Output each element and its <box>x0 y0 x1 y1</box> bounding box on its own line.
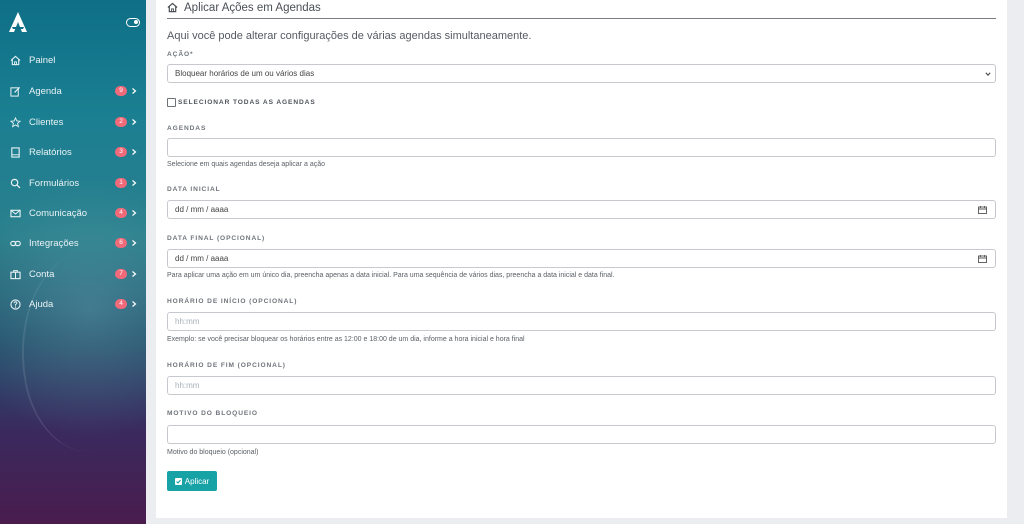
hora-fim-label: HORÁRIO DE FIM (OPCIONAL) <box>167 362 286 369</box>
apply-button-label: Aplicar <box>184 476 210 486</box>
notification-badge: 2 <box>115 117 127 127</box>
checkbox-box[interactable] <box>167 98 176 107</box>
chevron-right-icon <box>132 119 137 125</box>
select-all-checkbox[interactable]: SELECIONAR TODAS AS AGENDAS <box>167 98 316 107</box>
search-icon <box>10 178 21 188</box>
sidebar-item-painel[interactable]: Painel <box>0 50 146 70</box>
title-divider <box>167 18 996 19</box>
sidebar-item-label: Comunicação <box>29 207 88 219</box>
data-final-label: DATA FINAL (OPCIONAL) <box>167 235 266 242</box>
chevron-right-icon <box>132 180 137 186</box>
data-inicial-input[interactable]: dd / mm / aaaa <box>167 200 996 219</box>
sidebar-item-clientes[interactable]: Clientes 2 <box>0 112 146 132</box>
hora-inicio-placeholder: hh:mm <box>175 317 200 326</box>
agendas-label: AGENDAS <box>167 125 207 132</box>
page-subtitle: Aqui você pode alterar configurações de … <box>167 30 532 42</box>
notification-badge: 4 <box>115 208 127 218</box>
motivo-help: Motivo do bloqueio (opcional) <box>167 449 259 456</box>
help-icon <box>10 298 21 310</box>
acao-label: AÇÃO* <box>167 51 194 58</box>
notification-badge: 9 <box>115 86 127 96</box>
check-square-icon <box>174 477 182 485</box>
book-icon <box>11 146 20 158</box>
sidebar-item-label: Formulários <box>29 177 80 189</box>
sidebar-item-ajuda[interactable]: Ajuda 4 <box>0 294 146 314</box>
sidebar-toggle-icon[interactable] <box>126 18 140 27</box>
sidebar-item-relatorios[interactable]: Relatórios 3 <box>0 142 146 162</box>
hora-inicio-help: Exemplo: se você precisar bloquear os ho… <box>167 336 525 343</box>
notification-badge: 6 <box>115 238 127 248</box>
chevron-right-icon <box>132 210 137 216</box>
calendar-icon[interactable] <box>978 206 987 214</box>
motivo-input[interactable] <box>167 425 996 444</box>
sidebar-item-label: Ajuda <box>29 298 54 310</box>
sidebar-item-label: Agenda <box>29 85 62 97</box>
mail-icon <box>10 209 21 217</box>
data-final-input[interactable]: dd / mm / aaaa <box>167 249 996 268</box>
sidebar-item-conta[interactable]: Conta 7 <box>0 264 146 284</box>
sidebar-item-label: Integrações <box>29 237 79 249</box>
notification-badge: 3 <box>115 147 127 157</box>
calendar-icon[interactable] <box>978 255 987 263</box>
star-icon <box>10 116 21 128</box>
hora-fim-input[interactable]: hh:mm <box>167 376 996 395</box>
data-final-help: Para aplicar uma ação em um único dia, p… <box>167 272 615 279</box>
select-all-label: SELECIONAR TODAS AS AGENDAS <box>178 99 316 106</box>
chevron-right-icon <box>132 301 137 307</box>
sidebar-item-label: Clientes <box>29 116 64 128</box>
edit-icon <box>10 86 21 97</box>
hora-fim-placeholder: hh:mm <box>175 381 200 390</box>
home-icon <box>167 2 178 13</box>
acao-select-value: Bloquear horários de um ou vários dias <box>175 69 315 78</box>
brand-logo-icon[interactable] <box>9 12 27 32</box>
hora-inicio-input[interactable]: hh:mm <box>167 312 996 331</box>
data-inicial-label: DATA INICIAL <box>167 186 221 193</box>
sidebar-item-comunicacao[interactable]: Comunicação 4 <box>0 203 146 223</box>
notification-badge: 4 <box>115 299 127 309</box>
acao-select[interactable]: Bloquear horários de um ou vários dias <box>167 64 996 83</box>
sidebar-item-formularios[interactable]: Formulários 1 <box>0 173 146 193</box>
chevron-right-icon <box>132 271 137 277</box>
sidebar-item-agenda[interactable]: Agenda 9 <box>0 81 146 101</box>
chevron-down-icon <box>985 72 991 77</box>
data-inicial-value: dd / mm / aaaa <box>175 205 229 214</box>
page-header: Aplicar Ações em Agendas <box>167 0 321 16</box>
link-icon <box>10 240 21 246</box>
chevron-right-icon <box>132 240 137 246</box>
sidebar-item-label: Conta <box>29 268 55 280</box>
agendas-help: Selecione em quais agendas deseja aplica… <box>167 161 325 168</box>
page-title: Aplicar Ações em Agendas <box>184 1 321 14</box>
agendas-input[interactable] <box>167 138 996 157</box>
sidebar-item-label: Relatórios <box>29 146 72 158</box>
data-final-value: dd / mm / aaaa <box>175 254 229 263</box>
chevron-right-icon <box>132 88 137 94</box>
apply-button[interactable]: Aplicar <box>167 471 217 491</box>
notification-badge: 7 <box>115 269 127 279</box>
hora-inicio-label: HORÁRIO DE INÍCIO (OPCIONAL) <box>167 298 298 305</box>
briefcase-icon <box>10 269 21 279</box>
main-card: Aplicar Ações em Agendas Aqui você pode … <box>156 0 1007 518</box>
sidebar: Painel Agenda 9 Clientes 2 Relatórios 3 … <box>0 0 146 524</box>
motivo-label: MOTIVO DO BLOQUEIO <box>167 410 258 417</box>
home-icon <box>10 55 21 65</box>
notification-badge: 1 <box>115 178 127 188</box>
chevron-right-icon <box>132 149 137 155</box>
sidebar-item-label: Painel <box>29 54 56 66</box>
sidebar-item-integracoes[interactable]: Integrações 6 <box>0 233 146 253</box>
